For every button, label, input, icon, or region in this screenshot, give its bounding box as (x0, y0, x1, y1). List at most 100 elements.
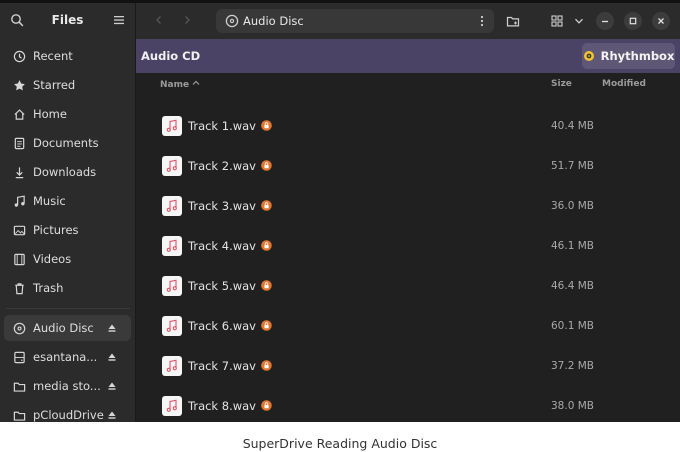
file-size: 40.4 MB (551, 120, 594, 132)
lock-icon (261, 360, 272, 371)
audio-file-icon (162, 276, 182, 296)
star-icon (12, 78, 26, 92)
music-note-icon (12, 194, 26, 208)
column-header-size[interactable]: Size (551, 79, 572, 89)
file-size: 60.1 MB (551, 320, 594, 332)
column-header-name[interactable]: Name (160, 79, 200, 90)
sidebar-item-pclouddrive[interactable]: pCloudDrive (4, 402, 131, 422)
column-header-modified[interactable]: Modified (602, 79, 646, 89)
audio-file-icon (162, 396, 182, 416)
disc-icon (225, 14, 239, 28)
sidebar-item-music[interactable]: Music (4, 188, 131, 214)
file-name: Track 7.wav (188, 359, 272, 373)
file-name-text: Track 5.wav (188, 279, 256, 293)
eject-icon[interactable] (107, 381, 117, 391)
file-name-text: Track 2.wav (188, 159, 256, 173)
header-bar: Audio Disc (136, 3, 680, 39)
forward-arrow-icon[interactable] (182, 15, 192, 25)
eject-icon[interactable] (107, 323, 117, 333)
close-icon (658, 18, 664, 24)
sidebar-item-label: Music (33, 194, 66, 208)
file-row[interactable]: Track 6.wav 60.1 MB (136, 306, 680, 346)
sidebar-item-documents[interactable]: Documents (4, 130, 131, 156)
sidebar-item-starred[interactable]: Starred (4, 72, 131, 98)
eject-icon[interactable] (107, 410, 117, 420)
sidebar-item-label: Documents (33, 136, 99, 150)
open-with-rhythmbox-button[interactable]: Rhythmbox (582, 43, 675, 69)
folder-icon (12, 408, 26, 422)
file-list: Name Size Modified Track 1.wav 40.4 MB T… (136, 73, 680, 422)
drive-icon (12, 350, 26, 364)
banner-label: Audio CD (141, 49, 201, 63)
home-icon (12, 107, 26, 121)
close-button[interactable] (652, 12, 670, 30)
sidebar-item-trash[interactable]: Trash (4, 275, 131, 301)
file-row[interactable]: Track 7.wav 37.2 MB (136, 346, 680, 386)
file-name: Track 8.wav (188, 399, 272, 413)
document-icon (12, 136, 26, 150)
file-row[interactable]: Track 1.wav 40.4 MB (136, 106, 680, 146)
sidebar-item-downloads[interactable]: Downloads (4, 159, 131, 185)
hamburger-menu-icon[interactable] (113, 14, 125, 26)
eject-icon[interactable] (107, 352, 117, 362)
sidebar-item-pictures[interactable]: Pictures (4, 217, 131, 243)
maximize-button[interactable] (624, 12, 642, 30)
file-row[interactable]: Track 2.wav 51.7 MB (136, 146, 680, 186)
path-location: Audio Disc (243, 14, 304, 28)
lock-icon (261, 240, 272, 251)
chevron-down-icon (575, 18, 583, 24)
sidebar-item-label: pCloudDrive (33, 408, 104, 422)
file-row[interactable]: Track 8.wav 38.0 MB (136, 386, 680, 422)
audio-file-icon (162, 156, 182, 176)
clock-icon (12, 49, 26, 63)
sidebar-item-home[interactable]: Home (4, 101, 131, 127)
sidebar-item-audio-disc[interactable]: Audio Disc (4, 315, 131, 341)
lock-icon (261, 200, 272, 211)
sidebar-item-videos[interactable]: Videos (4, 246, 131, 272)
lock-icon (261, 280, 272, 291)
file-row[interactable]: Track 3.wav 36.0 MB (136, 186, 680, 226)
sort-ascending-icon (192, 80, 200, 85)
file-name-text: Track 1.wav (188, 119, 256, 133)
view-options-button[interactable] (570, 12, 588, 30)
file-name-text: Track 6.wav (188, 319, 256, 333)
file-size: 46.1 MB (551, 240, 594, 252)
file-name-text: Track 8.wav (188, 399, 256, 413)
picture-icon (12, 223, 26, 237)
lock-icon (261, 320, 272, 331)
view-grid-button[interactable] (548, 12, 566, 30)
minimize-icon (602, 20, 608, 23)
sidebar-item-recent[interactable]: Recent (4, 43, 131, 69)
sidebar-item-esantana[interactable]: esantana... (4, 344, 131, 370)
column-label: Name (160, 80, 190, 90)
file-name: Track 6.wav (188, 319, 272, 333)
sidebar-header: Files (0, 3, 135, 39)
lock-icon (261, 400, 272, 411)
sidebar-item-label: esantana... (33, 350, 98, 364)
more-options-icon[interactable] (480, 15, 484, 27)
file-name: Track 4.wav (188, 239, 272, 253)
maximize-icon (629, 17, 637, 25)
file-size: 36.0 MB (551, 200, 594, 212)
audio-file-icon (162, 316, 182, 336)
file-row[interactable]: Track 4.wav 46.1 MB (136, 226, 680, 266)
rhythmbox-icon (583, 51, 594, 61)
back-arrow-icon[interactable] (154, 15, 164, 25)
file-manager-window: Files Recent Starred Home Documents Down… (0, 0, 680, 422)
path-bar[interactable]: Audio Disc (216, 9, 494, 33)
file-name: Track 5.wav (188, 279, 272, 293)
sidebar-item-media-storage[interactable]: media sto... (4, 373, 131, 399)
film-icon (12, 252, 26, 266)
new-folder-button[interactable] (504, 12, 522, 30)
file-row[interactable]: Track 5.wav 46.4 MB (136, 266, 680, 306)
minimize-button[interactable] (596, 12, 614, 30)
sidebar-separator (6, 308, 130, 309)
image-caption: SuperDrive Reading Audio Disc (242, 436, 438, 451)
trash-icon (12, 281, 26, 295)
file-name-text: Track 4.wav (188, 239, 256, 253)
file-name-text: Track 3.wav (188, 199, 256, 213)
sidebar-item-label: Trash (33, 281, 64, 295)
audio-cd-banner: Audio CD Rhythmbox (136, 39, 680, 73)
download-icon (12, 165, 26, 179)
sidebar-item-label: Videos (33, 252, 72, 266)
